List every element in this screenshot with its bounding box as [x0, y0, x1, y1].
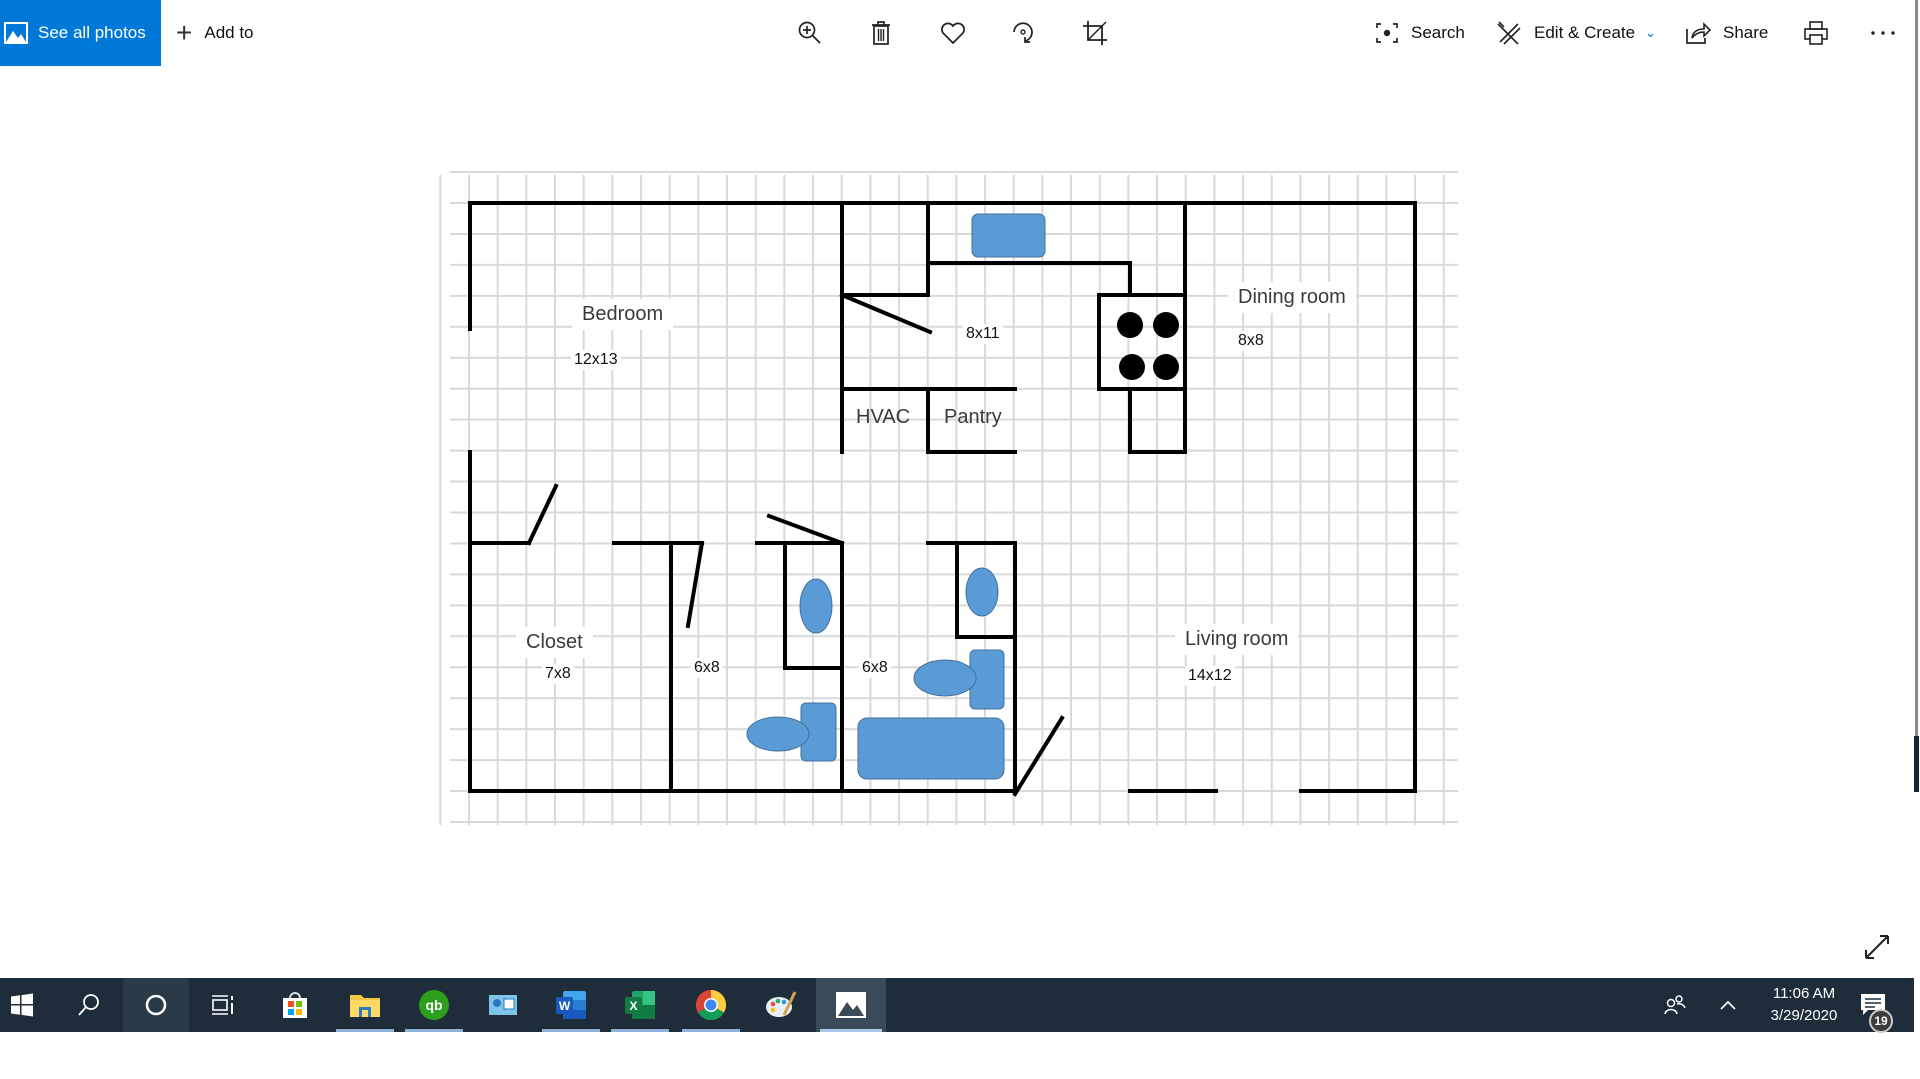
room-label-dining: Dining room: [1228, 282, 1356, 313]
chrome-icon: [695, 990, 727, 1021]
bath1-toilet-bowl: [746, 716, 810, 752]
running-indicator: [405, 1029, 463, 1032]
stove-burner: [1153, 312, 1179, 338]
system-clock[interactable]: 11:06 AM 3/29/2020: [1754, 983, 1854, 1027]
store-icon: [283, 992, 307, 1018]
taskbar-app-chrome[interactable]: [678, 978, 744, 1032]
start-button[interactable]: [0, 978, 44, 1032]
room-size-hall-bath: 6x8: [691, 658, 723, 678]
taskbar-app-excel[interactable]: X: [607, 978, 673, 1032]
taskbar-app-photos[interactable]: [816, 978, 886, 1032]
door-swing: [526, 483, 559, 546]
task-view-icon: [212, 995, 233, 1015]
clock-date: 3/29/2020: [1770, 1007, 1838, 1024]
word-icon: W: [556, 991, 586, 1019]
taskbar-app-people[interactable]: [470, 978, 536, 1032]
stove-burner: [1153, 354, 1179, 380]
expand-icon[interactable]: [1862, 932, 1892, 962]
door-swing: [766, 513, 845, 546]
room-label-bedroom: Bedroom: [572, 299, 674, 330]
search-taskbar-button[interactable]: [56, 978, 122, 1032]
svg-text:qb: qb: [425, 997, 442, 1013]
show-hidden-icons-button[interactable]: [1708, 978, 1748, 1032]
room-size-dining: 8x8: [1235, 331, 1267, 351]
taskbar-app-store[interactable]: [262, 978, 328, 1032]
windows-icon: [11, 993, 33, 1017]
taskbar-app-word[interactable]: W: [538, 978, 604, 1032]
room-size-closet: 7x8: [542, 664, 574, 684]
taskbar-app-quickbooks[interactable]: qb: [401, 978, 467, 1032]
cortana-button[interactable]: [123, 978, 189, 1032]
running-indicator: [611, 1029, 669, 1032]
bath2-sink: [965, 567, 999, 617]
room-label-pantry: Pantry: [944, 406, 1002, 428]
stove-burner: [1119, 354, 1145, 380]
bath1-sink: [799, 578, 833, 634]
outlook-contacts-icon: [489, 995, 517, 1015]
taskbar: qb W X: [0, 978, 1914, 1032]
folder-icon: [350, 995, 380, 1017]
fixtures: [746, 213, 1179, 780]
running-indicator: [542, 1029, 600, 1032]
kitchen-sink: [971, 213, 1046, 258]
room-size-kitchen: 8x11: [963, 324, 1003, 344]
room-label-living: Living room: [1175, 624, 1299, 655]
room-size-master-bath: 6x8: [859, 658, 891, 678]
bathtub: [857, 717, 1005, 780]
svg-text:W: W: [559, 999, 571, 1013]
clock-time: 11:06 AM: [1772, 985, 1836, 1002]
door-swing: [685, 540, 705, 629]
task-view-button[interactable]: [190, 978, 256, 1032]
room-label-hvac: HVAC: [856, 406, 911, 428]
svg-text:X: X: [629, 999, 637, 1013]
excel-icon: X: [625, 991, 655, 1019]
taskbar-app-paint[interactable]: [748, 978, 814, 1032]
photos-app-icon: [836, 992, 866, 1018]
floorplan-image: [439, 171, 1458, 825]
room-size-living: 14x12: [1185, 666, 1235, 686]
search-icon: [78, 994, 99, 1016]
running-indicator: [336, 1029, 394, 1032]
room-label-closet: Closet: [516, 627, 593, 658]
running-indicator: [682, 1029, 740, 1032]
people-button[interactable]: [1650, 978, 1700, 1032]
room-size-bedroom: 12x13: [571, 350, 621, 370]
bath2-toilet-bowl: [913, 659, 977, 697]
notification-count-badge: 19: [1869, 1009, 1893, 1033]
running-indicator: [820, 1029, 882, 1032]
cortana-icon: [145, 994, 167, 1016]
chevron-up-icon: [1720, 1000, 1736, 1010]
taskbar-app-file-explorer[interactable]: [332, 978, 398, 1032]
people-icon: [1664, 995, 1686, 1015]
stove-burner: [1117, 312, 1143, 338]
paint-icon: [766, 991, 797, 1017]
quickbooks-icon: qb: [419, 990, 449, 1020]
